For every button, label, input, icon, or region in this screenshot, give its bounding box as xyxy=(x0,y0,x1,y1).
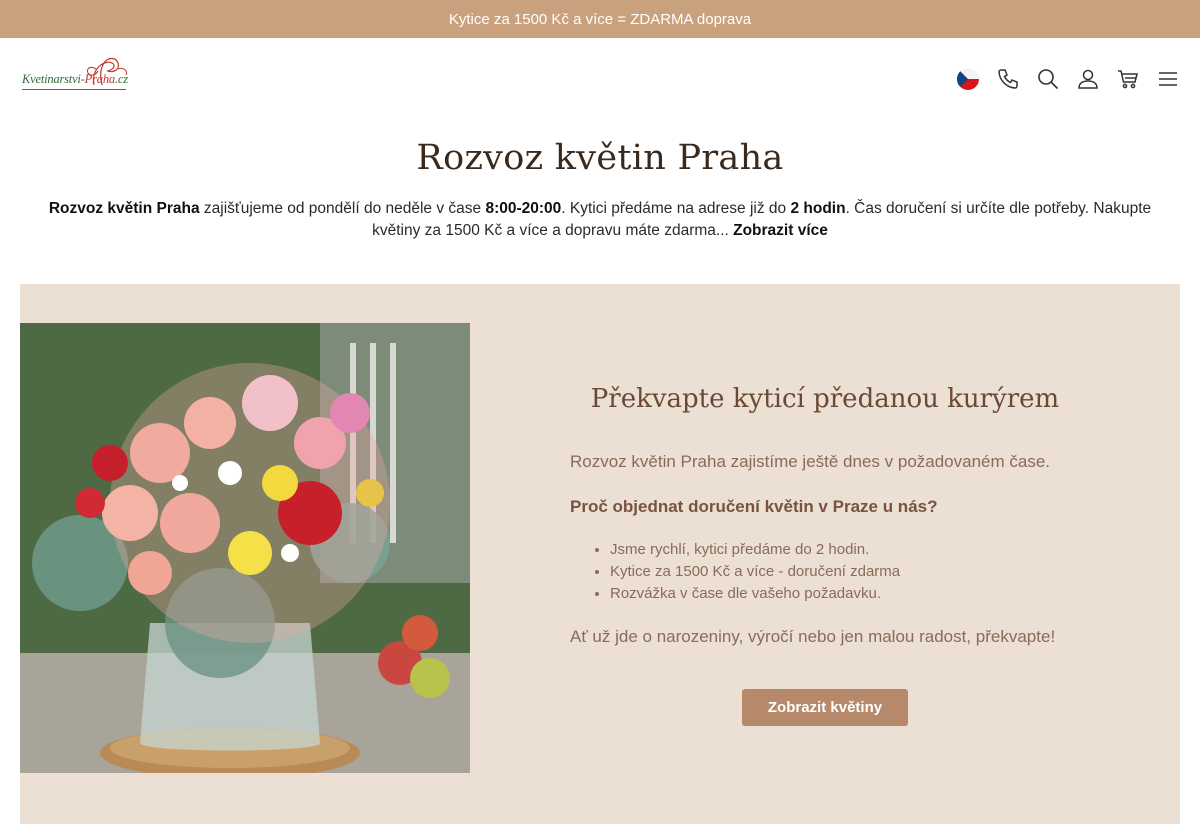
menu-icon[interactable] xyxy=(1156,67,1180,91)
czech-flag-icon[interactable] xyxy=(956,67,980,91)
show-more-link[interactable]: Zobrazit více xyxy=(733,222,828,239)
list-item: Jsme rychlí, kytici předáme do 2 hodin. xyxy=(610,539,1110,561)
hero-lead: Rozvoz květin Praha zajistíme ještě dnes… xyxy=(570,452,1051,471)
header-icons xyxy=(956,67,1180,91)
list-item: Rozvážka v čase dle vašeho požadavku. xyxy=(610,583,1110,605)
phone-icon[interactable] xyxy=(996,67,1020,91)
hero-title: Překvapte kyticí předanou kurýrem xyxy=(590,384,1060,414)
bouquet-photo xyxy=(20,323,470,773)
search-icon[interactable] xyxy=(1036,67,1060,91)
hero-subheading: Proč objednat doručení květin v Praze u … xyxy=(570,497,938,516)
show-flowers-button[interactable]: Zobrazit květiny xyxy=(742,689,908,726)
hero-section: Překvapte kyticí předanou kurýrem Rozvoz… xyxy=(20,284,1180,824)
hero-closing: Ať už jde o narozeniny, výročí nebo jen … xyxy=(570,627,1056,646)
hero-content: Překvapte kyticí předanou kurýrem Rozvoz… xyxy=(570,384,1110,726)
promo-text: Kytice za 1500 Kč a více = ZDARMA doprav… xyxy=(448,10,752,28)
promo-bar: Kytice za 1500 Kč a více = ZDARMA doprav… xyxy=(0,0,1200,38)
site-header: Kvetinarstvi-Praha.cz xyxy=(0,38,1200,120)
logo-flower-icon xyxy=(86,57,127,86)
logo-underline xyxy=(22,89,126,90)
cart-icon[interactable] xyxy=(1116,67,1140,91)
page-title: Rozvoz květin Praha xyxy=(416,138,784,178)
site-logo[interactable]: Kvetinarstvi-Praha.cz xyxy=(22,57,128,99)
list-item: Kytice za 1500 Kč a více - doručení zdar… xyxy=(610,561,1110,583)
user-icon[interactable] xyxy=(1076,67,1100,91)
benefits-list: Jsme rychlí, kytici předáme do 2 hodin. … xyxy=(570,539,1110,605)
intro-text: Rozvoz květin Praha zajišťujeme od pondě… xyxy=(48,200,1152,239)
